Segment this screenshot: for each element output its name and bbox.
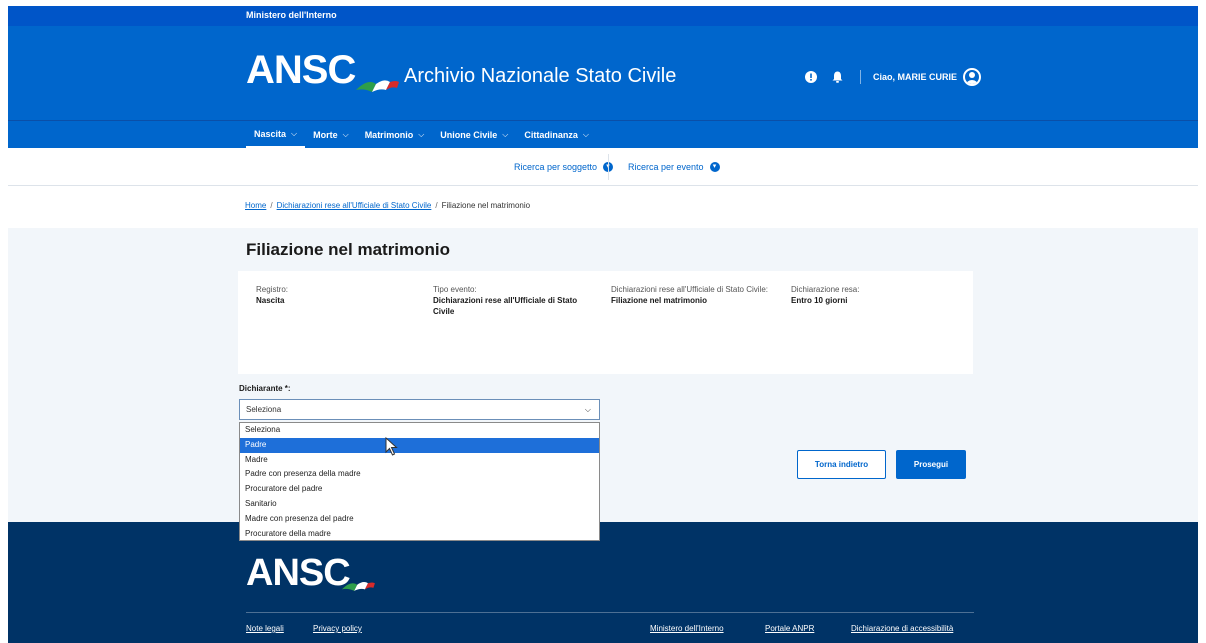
slim-header: Ministero dell'Interno (8, 6, 1198, 26)
breadcrumb-home[interactable]: Home (245, 201, 266, 210)
search-subnav: Ricerca per soggetto ▾ Ricerca per event… (8, 148, 1198, 186)
nav-item-unione-civile[interactable]: Unione Civile ⌵ (432, 121, 516, 149)
center-header: ANSC Archivio Nazionale Stato Civile Cia… (8, 26, 1198, 120)
option-madre[interactable]: Madre (240, 453, 599, 468)
main-nav: Nascita ⌵ Morte ⌵ Matrimonio ⌵ Unione Civil… (8, 120, 1198, 149)
search-by-subject-link[interactable]: Ricerca per soggetto ▾ (514, 162, 614, 172)
chevron-down-icon: ⌵ (584, 405, 591, 414)
footer-link-note-legali[interactable]: Note legali (246, 624, 284, 633)
footer-link-accessibilita[interactable]: Dichiarazione di accessibilità (851, 624, 953, 633)
mouse-pointer-icon (385, 437, 398, 456)
chevron-down-icon: ⌵ (291, 128, 298, 138)
nav-item-cittadinanza[interactable]: Cittadinanza ⌵ (516, 121, 597, 149)
dichiarante-options-list: Seleziona Padre Madre Padre con presenza… (239, 422, 600, 541)
info-tipo-evento: Tipo evento: Dichiarazioni rese all'Uffi… (433, 285, 578, 316)
user-avatar-icon[interactable] (963, 68, 982, 86)
chevron-down-circle-icon: ▾ (709, 162, 720, 172)
search-by-event-link[interactable]: Ricerca per evento ▾ (628, 162, 720, 172)
option-padre[interactable]: Padre (240, 437, 599, 453)
info-registro: Registro: Nascita (256, 285, 289, 305)
ansc-logo[interactable]: ANSC (246, 46, 399, 96)
next-button[interactable]: Prosegui (896, 450, 966, 479)
footer: ANSC Note legali Privacy policy Minister… (8, 522, 1198, 643)
chevron-down-icon: ⌵ (502, 130, 509, 139)
chevron-down-icon: ⌵ (418, 130, 425, 139)
chevron-down-icon: ⌵ (342, 130, 349, 139)
tricolor-flag-icon (341, 582, 375, 591)
footer-divider (246, 612, 974, 613)
breadcrumb-current: Filiazione nel matrimonio (441, 201, 531, 210)
alert-icon[interactable] (804, 70, 818, 84)
option-sanitario[interactable]: Sanitario (240, 497, 599, 512)
event-info-card: Registro: Nascita Tipo evento: Dichiaraz… (238, 271, 973, 374)
subnav-divider (608, 154, 609, 180)
chevron-down-icon: ⌵ (582, 130, 589, 139)
nav-item-matrimonio[interactable]: Matrimonio ⌵ (357, 121, 433, 149)
footer-link-ministero[interactable]: Ministero dell'Interno (650, 624, 724, 633)
option-procuratore-madre[interactable]: Procuratore della madre (240, 527, 599, 542)
logo-wordmark: ANSC (246, 48, 356, 92)
option-seleziona[interactable]: Seleziona (240, 423, 599, 438)
app-title: Archivio Nazionale Stato Civile (404, 65, 677, 87)
footer-link-privacy[interactable]: Privacy policy (313, 624, 362, 633)
tricolor-flag-icon (356, 80, 399, 92)
option-procuratore-padre[interactable]: Procuratore del padre (240, 482, 599, 497)
option-madre-con-presenza-padre[interactable]: Madre con presenza del padre (240, 512, 599, 527)
footer-link-anpr[interactable]: Portale ANPR (765, 624, 814, 633)
info-dichiarazione-resa: Dichiarazione resa: Entro 10 giorni (791, 285, 860, 305)
breadcrumb-section[interactable]: Dichiarazioni rese all'Ufficiale di Stat… (277, 201, 432, 210)
back-button[interactable]: Torna indietro (797, 450, 886, 479)
page-title: Filiazione nel matrimonio (246, 240, 451, 259)
nav-item-morte[interactable]: Morte ⌵ (305, 121, 357, 149)
bell-icon[interactable] (830, 70, 844, 84)
user-greeting[interactable]: Ciao, MARIE CURIE (873, 72, 957, 82)
breadcrumb: Home / Dichiarazioni rese all'Ufficiale di… (245, 201, 531, 210)
info-dichiarazioni: Dichiarazioni rese all'Ufficiale di Stat… (611, 285, 768, 305)
option-padre-con-presenza-madre[interactable]: Padre con presenza della madre (240, 467, 599, 482)
dichiarante-label: Dichiarante *: (239, 384, 291, 393)
dichiarante-select[interactable]: Seleziona ⌵ (239, 399, 600, 420)
ministry-label[interactable]: Ministero dell'Interno (246, 10, 337, 20)
footer-logo[interactable]: ANSC (246, 552, 351, 595)
nav-item-nascita[interactable]: Nascita ⌵ (246, 121, 306, 149)
header-divider (860, 70, 861, 84)
